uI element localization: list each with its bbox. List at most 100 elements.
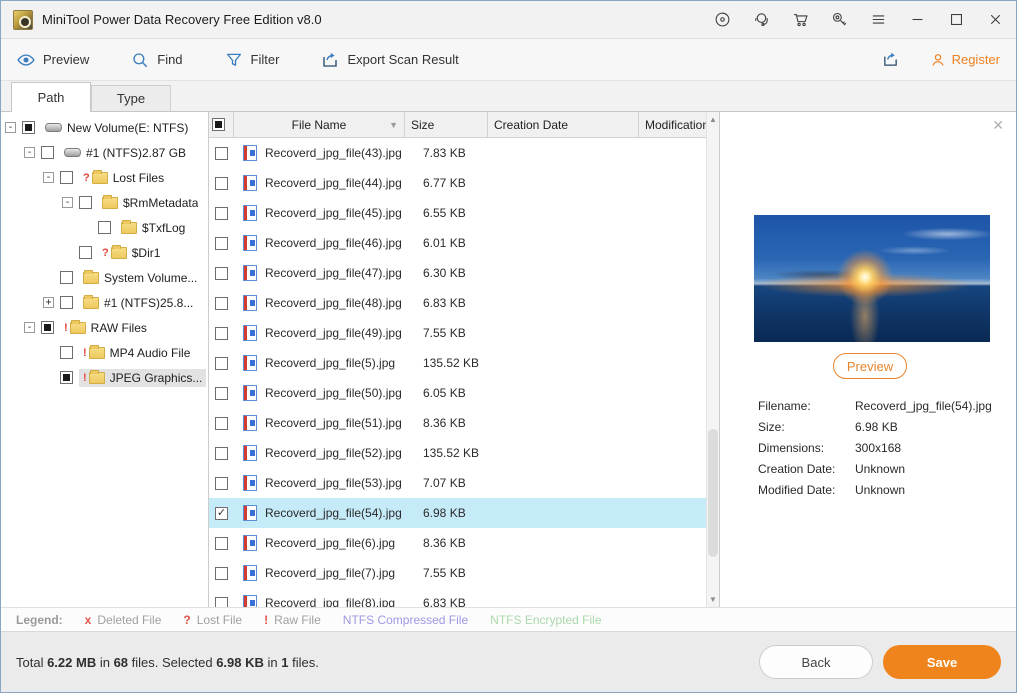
maximize-icon[interactable]: [947, 11, 965, 29]
tree-item[interactable]: ? $Dir1: [1, 240, 208, 265]
burn-disc-icon[interactable]: [713, 11, 731, 29]
tree-checkbox[interactable]: [41, 321, 54, 334]
row-checkbox[interactable]: ✓: [215, 506, 228, 520]
table-row[interactable]: Recoverd_jpg_file(8).jpg 6.83 KB: [209, 588, 706, 607]
preview-button-toolbar[interactable]: Preview: [17, 51, 89, 69]
collapse-icon[interactable]: -: [24, 322, 35, 333]
row-checkbox[interactable]: [215, 566, 228, 580]
tree-item[interactable]: $TxfLog: [1, 215, 208, 240]
collapse-icon[interactable]: -: [62, 197, 73, 208]
tree-item[interactable]: - New Volume(E: NTFS): [1, 115, 208, 140]
tree-checkbox[interactable]: [60, 171, 73, 184]
row-checkbox[interactable]: [215, 176, 228, 190]
tab-type[interactable]: Type: [91, 85, 171, 111]
tree-checkbox[interactable]: [41, 146, 54, 159]
table-row[interactable]: ✓ Recoverd_jpg_file(54).jpg 6.98 KB: [209, 498, 706, 528]
tree-checkbox[interactable]: [22, 121, 35, 134]
tree-item[interactable]: + #1 (NTFS)25.8...: [1, 290, 208, 315]
collapse-icon[interactable]: -: [5, 122, 16, 133]
vertical-scrollbar[interactable]: ▲ ▼: [706, 112, 719, 607]
table-row[interactable]: Recoverd_jpg_file(48).jpg 6.83 KB: [209, 288, 706, 318]
tree-checkbox[interactable]: [60, 271, 73, 284]
file-size: 6.98 KB: [423, 506, 466, 520]
row-checkbox[interactable]: [215, 416, 228, 430]
select-all-checkbox[interactable]: [211, 118, 225, 131]
tree-checkbox[interactable]: [98, 221, 111, 234]
file-size: 6.83 KB: [423, 296, 466, 310]
legend-symbol: x: [84, 612, 92, 627]
tree-item[interactable]: -! RAW Files: [1, 315, 208, 340]
tree-checkbox[interactable]: [79, 246, 92, 259]
column-header-file-name[interactable]: File Name ▼: [234, 112, 405, 137]
find-button[interactable]: Find: [131, 51, 183, 69]
collapse-icon[interactable]: -: [24, 147, 35, 158]
tree-checkbox[interactable]: [79, 196, 92, 209]
table-row[interactable]: Recoverd_jpg_file(47).jpg 6.30 KB: [209, 258, 706, 288]
file-name: Recoverd_jpg_file(8).jpg: [265, 596, 396, 607]
tab-path[interactable]: Path: [11, 82, 91, 112]
export-label: Export Scan Result: [347, 52, 459, 67]
column-header-size[interactable]: Size: [405, 112, 488, 137]
menu-icon[interactable]: [869, 11, 887, 29]
column-header-creation-date[interactable]: Creation Date: [488, 112, 639, 137]
tree-item[interactable]: ! JPEG Graphics...: [1, 365, 208, 390]
cart-icon[interactable]: [791, 11, 809, 29]
scrollbar-thumb[interactable]: [708, 428, 718, 558]
tree-checkbox[interactable]: [60, 371, 73, 384]
row-checkbox[interactable]: [215, 236, 228, 250]
file-rows: Recoverd_jpg_file(43).jpg 7.83 KB Recoverd…: [209, 138, 706, 607]
row-checkbox[interactable]: [215, 386, 228, 400]
folder-icon: [102, 194, 118, 209]
tree-checkbox[interactable]: [60, 346, 73, 359]
expand-icon[interactable]: +: [43, 297, 54, 308]
filter-button[interactable]: Filter: [225, 51, 279, 69]
row-checkbox[interactable]: [215, 356, 228, 370]
folder-icon: [121, 219, 137, 234]
save-button[interactable]: Save: [883, 645, 1001, 679]
row-checkbox[interactable]: [215, 596, 228, 607]
scroll-down-icon[interactable]: ▼: [707, 595, 719, 604]
tree-item[interactable]: - #1 (NTFS)2.87 GB: [1, 140, 208, 165]
file-name: Recoverd_jpg_file(46).jpg: [265, 236, 402, 250]
table-row[interactable]: Recoverd_jpg_file(45).jpg 6.55 KB: [209, 198, 706, 228]
license-key-icon[interactable]: [830, 11, 848, 29]
register-button[interactable]: Register: [930, 52, 1000, 68]
row-checkbox[interactable]: [215, 296, 228, 310]
table-row[interactable]: Recoverd_jpg_file(51).jpg 8.36 KB: [209, 408, 706, 438]
row-checkbox[interactable]: [215, 476, 228, 490]
export-scan-result-button[interactable]: Export Scan Result: [321, 51, 459, 69]
table-row[interactable]: Recoverd_jpg_file(44).jpg 6.77 KB: [209, 168, 706, 198]
table-row[interactable]: Recoverd_jpg_file(5).jpg 135.52 KB: [209, 348, 706, 378]
table-row[interactable]: Recoverd_jpg_file(49).jpg 7.55 KB: [209, 318, 706, 348]
collapse-icon[interactable]: -: [43, 172, 54, 183]
tree-checkbox[interactable]: [60, 296, 73, 309]
row-checkbox[interactable]: [215, 146, 228, 160]
scroll-up-icon[interactable]: ▲: [707, 115, 719, 124]
lost-file-mark-icon: ?: [83, 171, 90, 184]
preview-button[interactable]: Preview: [833, 353, 907, 379]
row-checkbox[interactable]: [215, 266, 228, 280]
preview-panel-close-icon[interactable]: ✕: [992, 118, 1004, 132]
tree-item[interactable]: - $RmMetadata: [1, 190, 208, 215]
share-icon[interactable]: [882, 51, 900, 69]
table-row[interactable]: Recoverd_jpg_file(46).jpg 6.01 KB: [209, 228, 706, 258]
row-checkbox[interactable]: [215, 536, 228, 550]
file-name: Recoverd_jpg_file(54).jpg: [265, 506, 402, 520]
row-checkbox[interactable]: [215, 446, 228, 460]
close-icon[interactable]: [986, 11, 1004, 29]
legend-text: Lost File: [196, 612, 243, 627]
row-checkbox[interactable]: [215, 206, 228, 220]
row-checkbox[interactable]: [215, 326, 228, 340]
table-row[interactable]: Recoverd_jpg_file(6).jpg 8.36 KB: [209, 528, 706, 558]
back-button[interactable]: Back: [759, 645, 873, 679]
tree-item[interactable]: ! MP4 Audio File: [1, 340, 208, 365]
table-row[interactable]: Recoverd_jpg_file(43).jpg 7.83 KB: [209, 138, 706, 168]
tree-item[interactable]: -? Lost Files: [1, 165, 208, 190]
support-icon[interactable]: [752, 11, 770, 29]
table-row[interactable]: Recoverd_jpg_file(53).jpg 7.07 KB: [209, 468, 706, 498]
tree-item[interactable]: System Volume...: [1, 265, 208, 290]
table-row[interactable]: Recoverd_jpg_file(7).jpg 7.55 KB: [209, 558, 706, 588]
table-row[interactable]: Recoverd_jpg_file(52).jpg 135.52 KB: [209, 438, 706, 468]
minimize-icon[interactable]: [908, 11, 926, 29]
table-row[interactable]: Recoverd_jpg_file(50).jpg 6.05 KB: [209, 378, 706, 408]
